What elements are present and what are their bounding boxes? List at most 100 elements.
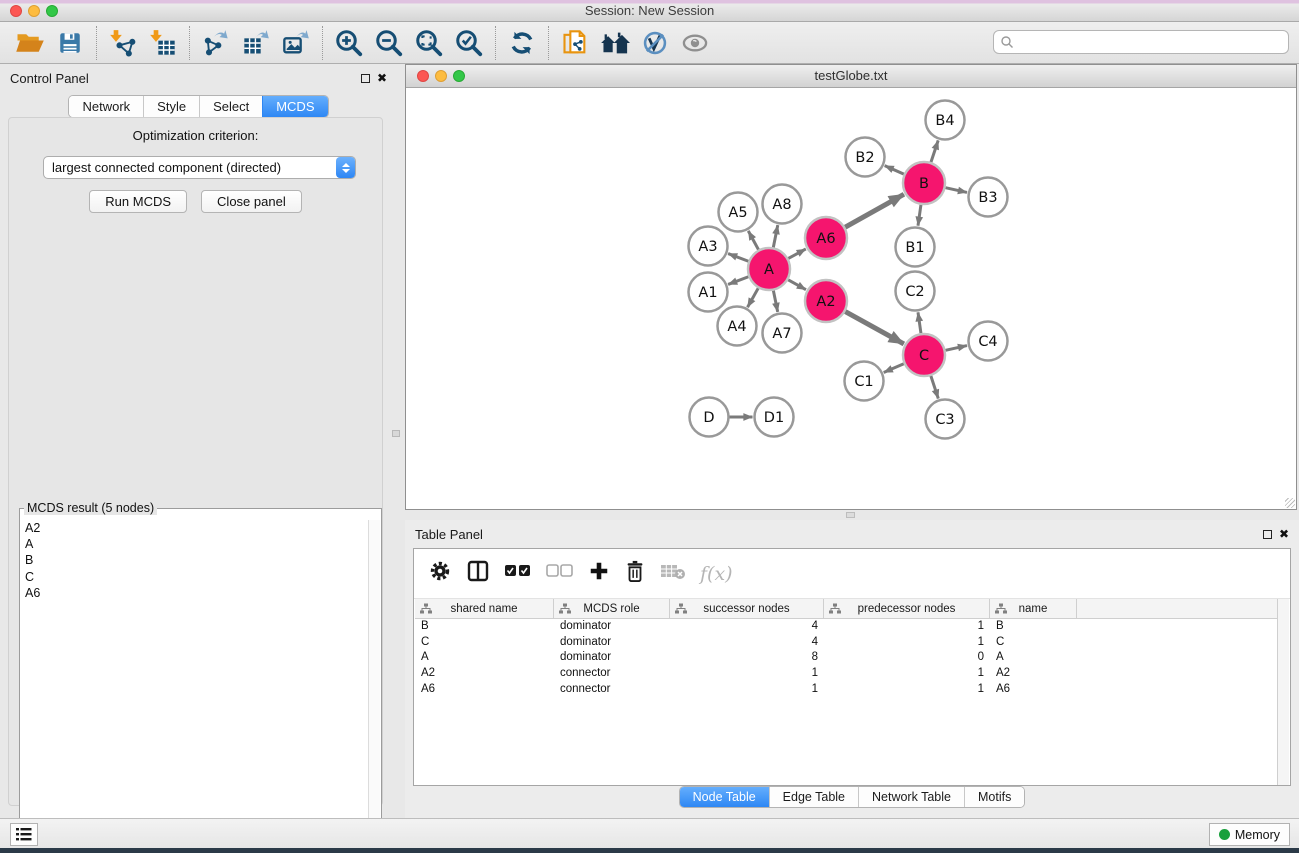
zoom-window-button[interactable] (46, 5, 58, 17)
horizontal-splitter-handle[interactable] (846, 512, 855, 518)
mcds-result-list[interactable]: A2ABCA6 (22, 520, 369, 848)
table-cell[interactable]: A2 (990, 666, 1077, 682)
show-hide-eye-icon[interactable] (675, 25, 715, 61)
table-cell[interactable]: B (990, 619, 1077, 635)
result-list-item[interactable]: B (22, 552, 369, 568)
minimize-window-button[interactable] (28, 5, 40, 17)
vertical-splitter-handle[interactable] (392, 430, 400, 437)
import-table-icon[interactable] (143, 25, 183, 61)
graph-edge-B-B2[interactable] (885, 166, 904, 174)
zoom-in-icon[interactable] (329, 25, 369, 61)
save-session-icon[interactable] (50, 25, 90, 61)
network-zoom-button[interactable] (453, 70, 465, 82)
export-network-icon[interactable] (196, 25, 236, 61)
hide-graphics-details-icon[interactable] (635, 25, 675, 61)
table-cell[interactable]: 8 (670, 650, 824, 666)
table-cell[interactable]: 0 (824, 650, 990, 666)
graph-node-B4[interactable]: B4 (926, 101, 965, 140)
graph-node-A2[interactable]: A2 (805, 280, 847, 322)
deselect-all-icon[interactable] (546, 564, 574, 583)
table-cell[interactable]: 4 (670, 619, 824, 635)
memory-button[interactable]: Memory (1209, 823, 1290, 846)
table-cell[interactable]: A (990, 650, 1077, 666)
column-header-shared-name[interactable]: shared name (415, 599, 554, 618)
graph-node-A[interactable]: A (748, 248, 790, 290)
graph-node-A8[interactable]: A8 (763, 185, 802, 224)
graph-edge-C-C3[interactable] (931, 376, 938, 399)
graph-edge-A-A8[interactable] (773, 225, 777, 247)
table-cell[interactable]: A6 (990, 682, 1077, 698)
graph-node-B[interactable]: B (903, 162, 945, 204)
graph-edge-A-A7[interactable] (773, 291, 777, 312)
network-graph-canvas[interactable]: B4B2BB3A8A5A6A3B1AA1C2A2A4A7C4CC1C3DD1 (406, 88, 1296, 509)
table-options-gear-icon[interactable] (428, 559, 452, 588)
network-close-button[interactable] (417, 70, 429, 82)
table-cell[interactable]: 4 (670, 635, 824, 651)
export-image-icon[interactable] (276, 25, 316, 61)
tab-network[interactable]: Network (69, 96, 143, 117)
search-field[interactable] (993, 30, 1289, 54)
close-window-button[interactable] (10, 5, 22, 17)
tab-edge-table[interactable]: Edge Table (769, 787, 858, 807)
graph-node-C[interactable]: C (903, 334, 945, 376)
refresh-icon[interactable] (502, 25, 542, 61)
graph-edge-C-C1[interactable] (884, 364, 904, 373)
table-row[interactable]: Cdominator41C (415, 635, 1283, 651)
tab-select[interactable]: Select (199, 96, 262, 117)
import-network-icon[interactable] (103, 25, 143, 61)
select-all-icon[interactable] (504, 564, 532, 583)
table-row[interactable]: A2connector11A2 (415, 666, 1283, 682)
graph-edge-A-A3[interactable] (728, 254, 748, 262)
function-builder-icon[interactable]: f(x) (700, 563, 733, 585)
graph-edge-A-A5[interactable] (748, 231, 758, 250)
table-cell[interactable]: 1 (670, 682, 824, 698)
copy-network-icon[interactable] (555, 25, 595, 61)
table-row[interactable]: A6connector11A6 (415, 682, 1283, 698)
tab-motifs[interactable]: Motifs (964, 787, 1024, 807)
result-list-item[interactable]: A6 (22, 585, 369, 601)
table-cell[interactable]: 1 (824, 666, 990, 682)
column-header-name[interactable]: name (990, 599, 1077, 618)
graph-edge-B-B1[interactable] (918, 205, 921, 226)
graph-edge-A-A1[interactable] (728, 277, 748, 285)
graph-node-C4[interactable]: C4 (969, 322, 1008, 361)
table-cell[interactable]: 1 (670, 666, 824, 682)
zoom-out-icon[interactable] (369, 25, 409, 61)
table-cell[interactable]: C (990, 635, 1077, 651)
open-file-icon[interactable] (10, 25, 50, 61)
graph-edge-B-B3[interactable] (945, 188, 967, 193)
cybrowser-home-icon[interactable] (595, 25, 635, 61)
graph-edge-A6-B[interactable] (845, 194, 904, 227)
zoom-fit-icon[interactable] (409, 25, 449, 61)
result-list-item[interactable]: C (22, 569, 369, 585)
add-column-icon[interactable] (588, 560, 610, 587)
tab-node-table[interactable]: Node Table (680, 787, 769, 807)
graph-edge-A2-C[interactable] (845, 312, 904, 344)
graph-node-C1[interactable]: C1 (845, 362, 884, 401)
table-cell[interactable]: connector (554, 682, 670, 698)
graph-node-D1[interactable]: D1 (755, 398, 794, 437)
table-cell[interactable]: A2 (415, 666, 554, 682)
column-visibility-icon[interactable] (466, 559, 490, 588)
graph-node-C3[interactable]: C3 (926, 400, 965, 439)
criterion-dropdown[interactable]: largest connected component (directed) (43, 156, 356, 179)
node-table[interactable]: shared nameMCDS rolesuccessor nodesprede… (415, 599, 1283, 785)
table-cell[interactable]: dominator (554, 619, 670, 635)
table-row[interactable]: Bdominator41B (415, 619, 1283, 635)
window-resize-grip[interactable] (1285, 498, 1295, 508)
graph-edge-C-C2[interactable] (918, 312, 921, 333)
network-window-titlebar[interactable]: testGlobe.txt (406, 65, 1296, 88)
task-history-button[interactable] (10, 823, 38, 846)
graph-node-A5[interactable]: A5 (719, 193, 758, 232)
graph-node-A1[interactable]: A1 (689, 273, 728, 312)
close-table-panel-icon[interactable]: ✖ (1279, 529, 1289, 539)
column-header-successor-nodes[interactable]: successor nodes (670, 599, 824, 618)
column-header-MCDS-role[interactable]: MCDS role (554, 599, 670, 618)
graph-node-A3[interactable]: A3 (689, 227, 728, 266)
graph-node-B3[interactable]: B3 (969, 178, 1008, 217)
graph-edge-A-A2[interactable] (788, 280, 806, 290)
delete-table-icon[interactable] (660, 562, 686, 585)
table-cell[interactable]: B (415, 619, 554, 635)
graph-node-B2[interactable]: B2 (846, 138, 885, 177)
table-cell[interactable]: 1 (824, 619, 990, 635)
